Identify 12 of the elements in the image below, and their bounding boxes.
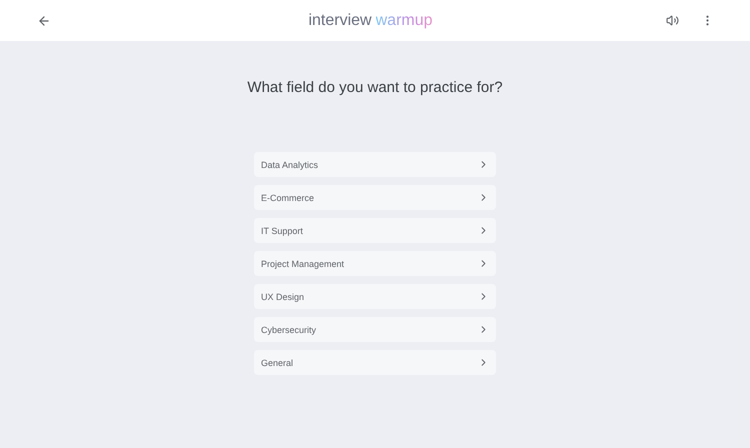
field-option[interactable]: Project Management bbox=[254, 251, 496, 276]
sound-button[interactable] bbox=[666, 14, 679, 27]
field-option[interactable]: UX Design bbox=[254, 284, 496, 309]
field-option[interactable]: Cybersecurity bbox=[254, 317, 496, 342]
field-option[interactable]: General bbox=[254, 350, 496, 375]
field-option[interactable]: IT Support bbox=[254, 218, 496, 243]
field-option[interactable]: E-Commerce bbox=[254, 185, 496, 210]
back-button[interactable] bbox=[37, 14, 51, 28]
logo-text: interview bbox=[308, 12, 372, 30]
question-heading: What field do you want to practice for? bbox=[247, 79, 503, 96]
speaker-icon bbox=[666, 14, 679, 27]
field-option[interactable]: Data Analytics bbox=[254, 152, 496, 177]
